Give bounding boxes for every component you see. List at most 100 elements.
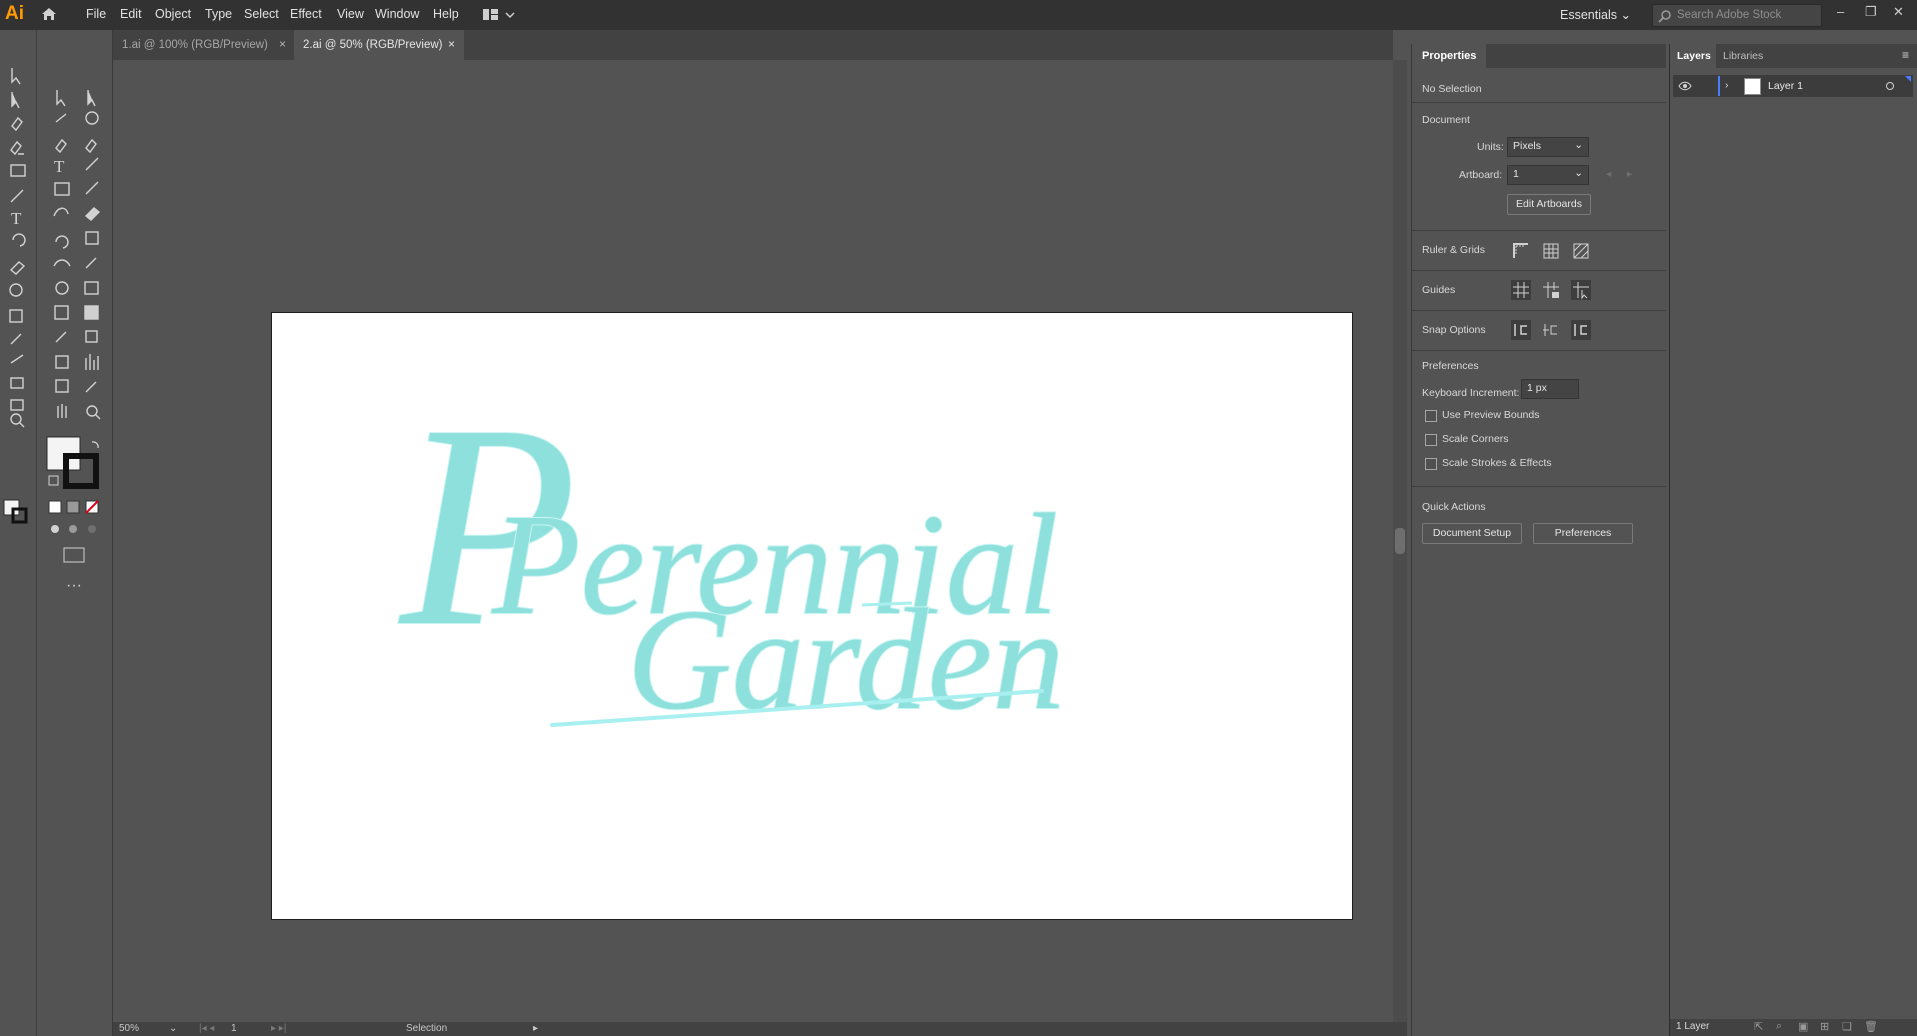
target-icon[interactable]	[1885, 81, 1895, 91]
eye-icon[interactable]	[1678, 81, 1692, 91]
units-label: Units:	[1477, 141, 1504, 153]
artboard-nav-last-icon[interactable]: ▸ ▸|	[271, 1023, 286, 1034]
units-select[interactable]: Pixels ⌄	[1507, 137, 1589, 157]
hand-tool-icon	[57, 404, 67, 418]
menu-select[interactable]: Select	[244, 7, 279, 21]
smart-guides-icon[interactable]	[1571, 280, 1591, 300]
shape-builder-tool-2-icon	[55, 281, 69, 295]
tab-document-2[interactable]: 2.ai @ 50% (RGB/Preview) ×	[294, 30, 464, 60]
menu-object[interactable]: Object	[155, 7, 191, 21]
zoom-level-field[interactable]: 50%	[119, 1023, 139, 1034]
keyboard-increment-input[interactable]: 1 px	[1521, 379, 1579, 399]
vertical-scrollbar[interactable]	[1393, 60, 1407, 1022]
selection-status: No Selection	[1422, 83, 1482, 95]
new-layer-icon[interactable]: ❏	[1842, 1020, 1852, 1033]
workspace-switcher[interactable]: Essentials ⌄	[1560, 7, 1631, 22]
use-preview-bounds-checkbox[interactable]	[1425, 410, 1437, 422]
artboard-select[interactable]: 1 ⌄	[1507, 165, 1589, 185]
workspace-label: Essentials	[1560, 8, 1617, 22]
menu-help[interactable]: Help	[433, 7, 459, 21]
snap-options-label: Snap Options	[1422, 324, 1486, 336]
tab-document-1-close-icon[interactable]: ×	[279, 37, 286, 51]
artboard-next-icon[interactable]: ▸	[1627, 168, 1632, 180]
scale-corners-checkbox[interactable]	[1425, 434, 1437, 446]
lock-guides-icon[interactable]	[1541, 280, 1561, 300]
snap-to-point-icon[interactable]	[1511, 320, 1531, 340]
tab-layers[interactable]: Layers	[1670, 44, 1716, 68]
snap-to-pixel-icon[interactable]	[1541, 320, 1561, 340]
type-tool-2-icon: T	[54, 157, 65, 176]
ruler-icon[interactable]	[1511, 241, 1531, 261]
direct-selection-tool-2-icon	[87, 90, 96, 107]
edit-artboards-button[interactable]: Edit Artboards	[1507, 194, 1591, 215]
grid-icon[interactable]	[1541, 241, 1561, 261]
tab-document-1-label: 1.ai @ 100% (RGB/Preview)	[122, 39, 268, 51]
selection-tool-icon	[11, 68, 21, 85]
preferences-section-title: Preferences	[1422, 360, 1479, 372]
snap-to-glyph-icon[interactable]	[1571, 320, 1591, 340]
gradient-mode-icon	[66, 500, 80, 514]
locate-object-icon[interactable]: ⌕	[1776, 1020, 1782, 1033]
scale-strokes-effects-checkbox[interactable]	[1425, 458, 1437, 470]
tab-document-1[interactable]: 1.ai @ 100% (RGB/Preview) ×	[113, 30, 293, 60]
restore-icon[interactable]: ❐	[1865, 4, 1877, 20]
canvas-area[interactable]: P Perennial Garden	[113, 60, 1393, 1022]
scale-corners-label: Scale Corners	[1442, 433, 1509, 445]
tab-libraries[interactable]: Libraries	[1723, 50, 1763, 62]
artboard-tool-icon	[10, 399, 24, 411]
close-window-icon[interactable]: ✕	[1893, 4, 1904, 20]
swap-fill-stroke-icon	[91, 441, 99, 449]
artboard-nav-first-icon[interactable]: |◂ ◂	[199, 1023, 214, 1034]
menu-effect[interactable]: Effect	[290, 7, 322, 21]
scale-tool-icon	[85, 231, 99, 245]
screen-mode-icon	[63, 547, 85, 563]
artwork-perennial-garden[interactable]: P Perennial Garden	[272, 313, 1352, 919]
chevron-down-icon: ⌄	[1574, 139, 1583, 151]
rectangle-tool-2-icon	[54, 182, 70, 196]
show-guides-icon[interactable]	[1511, 280, 1531, 300]
layers-footer: 1 Layer ⇱ ⌕ ▣ ⊞ ❏ 🗑	[1670, 1019, 1917, 1036]
menu-window[interactable]: Window	[375, 7, 419, 21]
puppet-warp-tool-icon	[85, 257, 97, 269]
home-icon[interactable]	[40, 5, 58, 23]
artboard[interactable]: P Perennial Garden	[271, 312, 1353, 920]
pen-tool-2-icon	[55, 138, 67, 154]
line-tool-icon	[85, 157, 99, 171]
tab-document-2-close-icon[interactable]: ×	[448, 37, 455, 51]
minimize-icon[interactable]: –	[1837, 4, 1844, 19]
menu-type[interactable]: Type	[205, 7, 232, 21]
artboard-prev-icon[interactable]: ◂	[1606, 168, 1611, 180]
section-divider	[1412, 486, 1666, 487]
zoom-dropdown-icon[interactable]: ⌄	[169, 1023, 177, 1034]
new-sublayer-icon[interactable]: ⊞	[1820, 1020, 1829, 1033]
clipping-mask-icon[interactable]: ▣	[1798, 1020, 1808, 1033]
layer-row[interactable]: › Layer 1	[1673, 75, 1913, 97]
document-setup-button[interactable]: Document Setup	[1422, 523, 1522, 544]
expand-layer-icon[interactable]: ›	[1725, 79, 1729, 91]
delete-layer-icon[interactable]: 🗑	[1864, 1020, 1878, 1033]
zoom-tool-2-icon	[86, 405, 98, 417]
layer-name[interactable]: Layer 1	[1768, 80, 1803, 92]
transparency-grid-icon[interactable]	[1571, 241, 1591, 261]
menu-edit[interactable]: Edit	[120, 7, 142, 21]
artboard-label: Artboard:	[1459, 169, 1503, 181]
stock-search-input[interactable]: Search Adobe Stock	[1652, 4, 1822, 27]
panel-menu-icon[interactable]: ≡	[1902, 48, 1909, 62]
menu-file[interactable]: File	[86, 7, 106, 21]
scroll-thumb[interactable]	[1395, 528, 1405, 554]
layers-header: Layers Libraries ≡	[1670, 44, 1917, 68]
properties-panel: Properties No Selection Document Units: …	[1411, 44, 1666, 1036]
app-logo: Ai	[5, 3, 24, 24]
menu-view[interactable]: View	[337, 7, 364, 21]
selection-indicator-icon[interactable]	[1905, 76, 1911, 82]
collect-export-icon[interactable]: ⇱	[1754, 1020, 1763, 1033]
artboard-number-field[interactable]: 1	[231, 1023, 237, 1034]
live-paint-tool-icon	[85, 330, 98, 343]
preferences-button[interactable]: Preferences	[1533, 523, 1633, 544]
status-menu-icon[interactable]: ▸	[533, 1023, 538, 1034]
draw-normal-icon	[51, 525, 59, 533]
tab-properties[interactable]: Properties	[1412, 44, 1486, 68]
eyedropper-tool-2-icon	[55, 331, 67, 343]
section-divider	[1412, 230, 1666, 231]
arrange-documents-icon[interactable]	[482, 7, 518, 23]
